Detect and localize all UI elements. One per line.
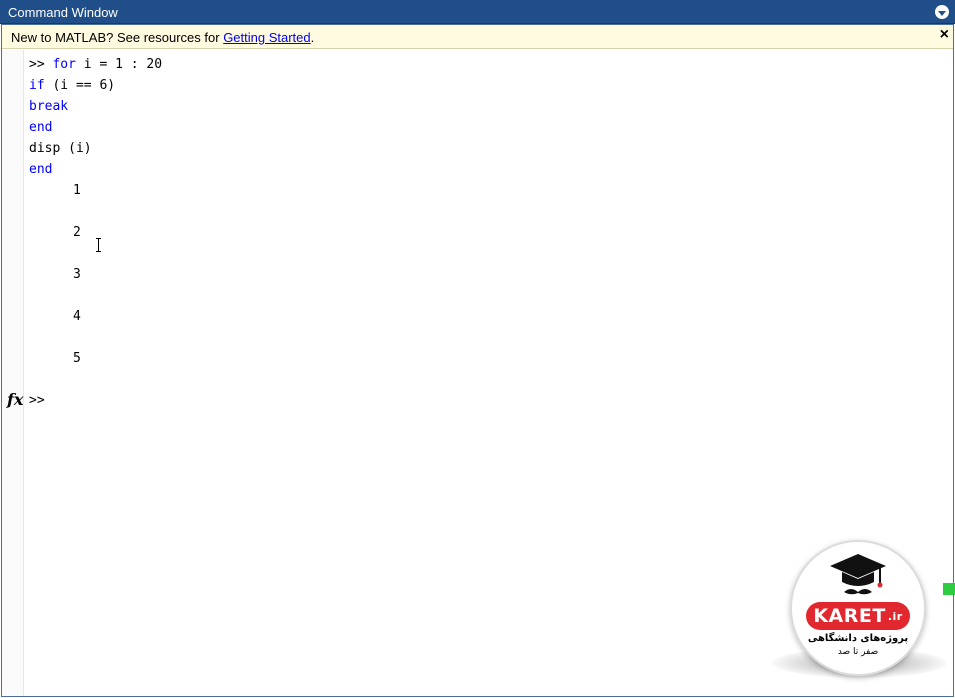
logo-suffix: .ir: [887, 609, 903, 623]
logo-tagline: پروژه‌های دانشگاهی: [807, 633, 909, 644]
title-bar: Command Window: [0, 0, 955, 24]
fx-function-browser-icon[interactable]: fx: [7, 390, 23, 409]
logo-brand: KARET: [813, 605, 886, 627]
notice-message: New to MATLAB? See resources for Getting…: [11, 30, 314, 45]
text-cursor-icon: [96, 238, 102, 252]
code-line: if (i == 6): [29, 75, 162, 96]
code-text: i = 1 : 20: [75, 57, 163, 72]
code-line: end: [29, 159, 162, 180]
getting-started-notice: New to MATLAB? See resources for Getting…: [2, 25, 953, 49]
command-prompt[interactable]: >>: [29, 390, 45, 411]
karet-watermark-logo: KARET .ir پروژه‌های دانشگاهی صفر تا صد: [772, 540, 947, 690]
code-prompt: >>: [29, 57, 45, 72]
command-history[interactable]: >> for i = 1 : 20 if (i == 6) break end …: [29, 54, 162, 369]
output-spacer: [29, 285, 162, 306]
code-keyword: for: [52, 57, 76, 72]
output-value: 5: [73, 351, 81, 366]
logo-subline: صفر تا صد: [837, 647, 879, 657]
circle-chevron-down-icon[interactable]: [935, 5, 949, 19]
output-value: 1: [73, 183, 81, 198]
window-title: Command Window: [8, 5, 118, 20]
code-keyword: break: [29, 99, 69, 114]
code-line: disp (i): [29, 138, 162, 159]
code-text: disp (i): [29, 141, 92, 156]
close-icon[interactable]: ×: [940, 26, 949, 44]
command-gutter: fx: [2, 50, 24, 696]
output-spacer: [29, 327, 162, 348]
code-keyword: end: [29, 120, 53, 135]
output-value: 3: [73, 267, 81, 282]
code-line: >> for i = 1 : 20: [29, 54, 162, 75]
code-line: break: [29, 96, 162, 117]
getting-started-link[interactable]: Getting Started: [223, 30, 310, 45]
code-keyword: end: [29, 162, 53, 177]
notice-text: New to MATLAB? See resources for: [11, 30, 224, 45]
notice-period: .: [310, 30, 315, 45]
graduation-cap-icon: [830, 554, 886, 595]
code-keyword: if: [29, 78, 45, 93]
output-value: 4: [73, 309, 81, 324]
output-spacer: [29, 201, 162, 222]
code-line: end: [29, 117, 162, 138]
logo-badge: KARET .ir: [806, 602, 910, 630]
code-text: (i == 6): [44, 78, 116, 93]
